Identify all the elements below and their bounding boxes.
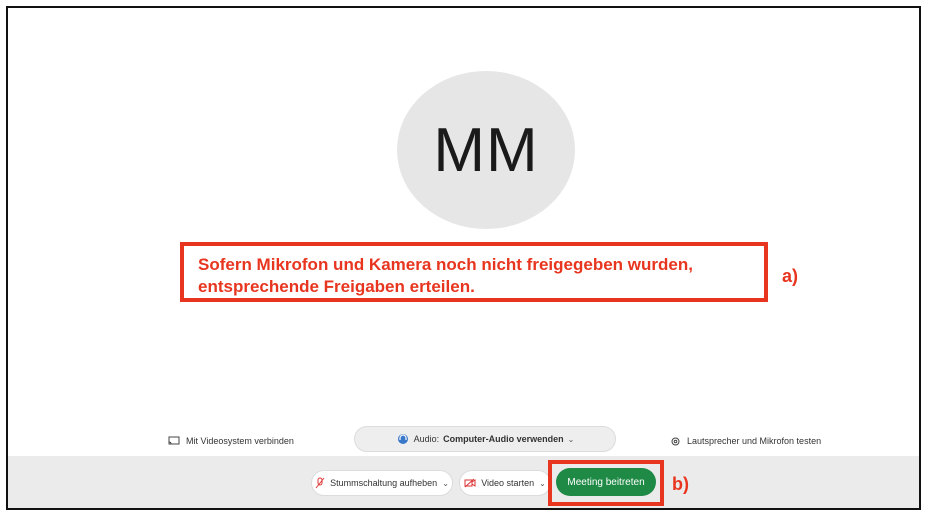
annotation-marker-a: a)	[782, 266, 799, 286]
video-label: Video starten	[481, 478, 535, 488]
annotation-marker-b: b)	[672, 474, 689, 494]
video-system-link[interactable]: Mit Videosystem verbinden	[168, 432, 294, 450]
cast-icon	[168, 436, 180, 446]
headset-icon	[396, 433, 410, 445]
audio-value: Computer-Audio verwenden	[443, 434, 564, 444]
test-audio-label: Lautsprecher und Mikrofon testen	[687, 436, 822, 446]
annotation-line-2: entsprechende Freigaben erteilen.	[198, 277, 475, 296]
mic-muted-icon	[315, 477, 325, 489]
join-meeting-button[interactable]: Meeting beitreten	[556, 468, 656, 496]
chevron-down-icon[interactable]: ⌄	[442, 479, 449, 488]
video-off-icon	[464, 478, 476, 488]
bottom-toolbar: Stummschaltung aufheben ⌄ Video starten …	[8, 456, 919, 508]
chevron-down-icon: ⌄	[567, 434, 575, 444]
avatar: MM	[397, 71, 575, 229]
chevron-down-icon[interactable]: ⌄	[539, 479, 546, 488]
unmute-button[interactable]: Stummschaltung aufheben ⌄	[311, 470, 453, 496]
video-system-label: Mit Videosystem verbinden	[186, 436, 294, 446]
annotation-box-a: Sofern Mikrofon und Kamera noch nicht fr…	[180, 242, 768, 302]
app-window: MM Sofern Mikrofon und Kamera noch nicht…	[6, 6, 921, 510]
gear-icon	[670, 436, 681, 447]
unmute-label: Stummschaltung aufheben	[330, 478, 438, 488]
annotation-line-1: Sofern Mikrofon und Kamera noch nicht fr…	[198, 255, 693, 274]
start-video-button[interactable]: Video starten ⌄	[459, 470, 551, 496]
audio-select[interactable]: Audio: Computer-Audio verwenden ⌄	[354, 426, 616, 452]
audio-prefix: Audio:	[413, 434, 440, 444]
test-audio-link[interactable]: Lautsprecher und Mikrofon testen	[670, 432, 821, 450]
